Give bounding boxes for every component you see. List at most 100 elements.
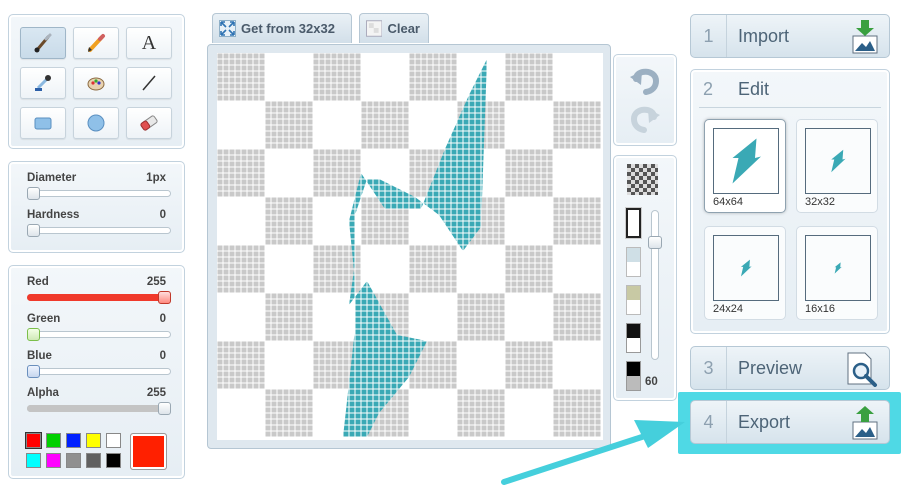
- alpha-slider-fill: [27, 405, 171, 412]
- step-2-label: Edit: [738, 79, 770, 99]
- diameter-label: Diameter: [27, 172, 77, 184]
- size-24x24-thumb[interactable]: 24x24: [704, 226, 786, 320]
- color-panel: Red 255 Green 0 Blue 0 Alpha 255: [8, 265, 185, 479]
- step-3-number: 3: [691, 347, 727, 389]
- palette-swatch[interactable]: [26, 453, 41, 468]
- hardness-slider[interactable]: [27, 224, 171, 237]
- hardness-value: 0: [159, 209, 166, 221]
- thumb-16-preview: [805, 235, 871, 301]
- red-slider[interactable]: [27, 291, 171, 304]
- edit-panel: 2 Edit 64x64 32x32 24x24 16x16: [690, 69, 890, 334]
- editing-canvas-frame: [207, 44, 611, 449]
- blue-label: Blue: [27, 350, 52, 362]
- background-lightblue-swatch[interactable]: [626, 247, 641, 277]
- bucket-tool[interactable]: [73, 67, 119, 99]
- thumb-24-preview: [713, 235, 779, 301]
- size-16x16-thumb[interactable]: 16x16: [796, 226, 878, 320]
- size-24x24-label: 24x24: [713, 303, 743, 315]
- green-slider-handle[interactable]: [27, 328, 40, 341]
- background-white-swatch[interactable]: [626, 208, 641, 238]
- blue-slider[interactable]: [27, 365, 171, 378]
- step-export[interactable]: 4 Export: [690, 400, 890, 444]
- rectangle-icon: [34, 117, 52, 130]
- get-from-32x32-label: Get from 32x32: [241, 21, 335, 36]
- palette-swatch[interactable]: [106, 433, 121, 448]
- text-tool[interactable]: A: [126, 27, 172, 59]
- pixel-canvas[interactable]: [217, 53, 603, 440]
- paint-bucket-icon: [87, 77, 105, 91]
- palette-swatch[interactable]: [106, 453, 121, 468]
- palette-swatch[interactable]: [46, 433, 61, 448]
- clear-label: Clear: [387, 21, 420, 36]
- step-preview[interactable]: 3 Preview: [690, 346, 890, 390]
- pencil-icon: [88, 34, 105, 52]
- red-slider-fill: [27, 294, 171, 301]
- redo-icon[interactable]: [628, 103, 662, 133]
- eraser-icon: [140, 115, 158, 131]
- step-3-label: Preview: [738, 357, 803, 378]
- text-icon: A: [141, 31, 157, 54]
- rectangle-tool[interactable]: [20, 107, 66, 139]
- lightning-icon: [831, 149, 846, 173]
- palette-swatch[interactable]: [26, 433, 41, 448]
- diameter-value: 1px: [146, 172, 166, 184]
- alpha-slider-handle[interactable]: [158, 402, 171, 415]
- pencil-tool[interactable]: [73, 27, 119, 59]
- eyedropper-tool[interactable]: [20, 67, 66, 99]
- palette-swatch[interactable]: [46, 453, 61, 468]
- green-slider[interactable]: [27, 328, 171, 341]
- clear-canvas-icon: [366, 20, 383, 37]
- step-import[interactable]: 1 Import: [690, 14, 890, 58]
- blue-slider-handle[interactable]: [27, 365, 40, 378]
- size-16x16-label: 16x16: [805, 303, 835, 315]
- palette-swatch[interactable]: [66, 433, 81, 448]
- red-slider-handle[interactable]: [158, 291, 171, 304]
- clear-tab[interactable]: Clear: [359, 13, 429, 43]
- resize-arrows-icon: [219, 20, 236, 37]
- step-4-label: Export: [738, 411, 791, 432]
- palette-swatch[interactable]: [66, 453, 81, 468]
- size-64x64-thumb[interactable]: 64x64: [704, 119, 786, 213]
- current-color-swatch[interactable]: [130, 433, 167, 470]
- background-black-swatch[interactable]: [626, 323, 641, 353]
- line-icon: [142, 75, 156, 91]
- export-icon: [852, 406, 878, 440]
- alpha-slider[interactable]: [27, 402, 171, 415]
- history-panel: [613, 54, 677, 146]
- pixel-grid[interactable]: [217, 53, 603, 440]
- eraser-tool[interactable]: [126, 107, 172, 139]
- palette-swatch[interactable]: [86, 433, 101, 448]
- palette-swatch[interactable]: [86, 453, 101, 468]
- brush-icon: [34, 33, 52, 53]
- get-from-32x32-tab[interactable]: Get from 32x32: [212, 13, 352, 43]
- ellipse-icon: [87, 114, 105, 132]
- thumb-64-preview: [713, 128, 779, 194]
- lightning-icon: [834, 262, 842, 274]
- red-value: 255: [146, 276, 166, 288]
- background-khaki-swatch[interactable]: [626, 285, 641, 315]
- alpha-label: Alpha: [27, 387, 59, 399]
- blue-value: 0: [159, 350, 166, 362]
- annotation-arrow: [501, 420, 685, 485]
- transparency-checker-icon[interactable]: [627, 164, 658, 195]
- line-tool[interactable]: [126, 67, 172, 99]
- brush-tool[interactable]: [20, 27, 66, 59]
- background-opacity-slider[interactable]: [648, 210, 662, 360]
- diameter-slider[interactable]: [27, 187, 171, 200]
- background-opacity-handle[interactable]: [648, 236, 662, 249]
- brush-settings-panel: Diameter 1px Hardness 0: [8, 161, 185, 253]
- import-icon: [852, 20, 878, 54]
- undo-icon[interactable]: [628, 65, 662, 95]
- preview-magnifier-icon: [847, 352, 877, 387]
- ellipse-tool[interactable]: [73, 107, 119, 139]
- red-label: Red: [27, 276, 49, 288]
- size-32x32-thumb[interactable]: 32x32: [796, 119, 878, 213]
- thumb-32-preview: [805, 128, 871, 194]
- lightning-icon: [740, 259, 752, 277]
- edit-divider: [699, 107, 881, 108]
- size-64x64-label: 64x64: [713, 196, 743, 208]
- diameter-slider-handle[interactable]: [27, 187, 40, 200]
- background-black-gray-swatch[interactable]: [626, 361, 641, 391]
- hardness-slider-handle[interactable]: [27, 224, 40, 237]
- alpha-value: 255: [146, 387, 166, 399]
